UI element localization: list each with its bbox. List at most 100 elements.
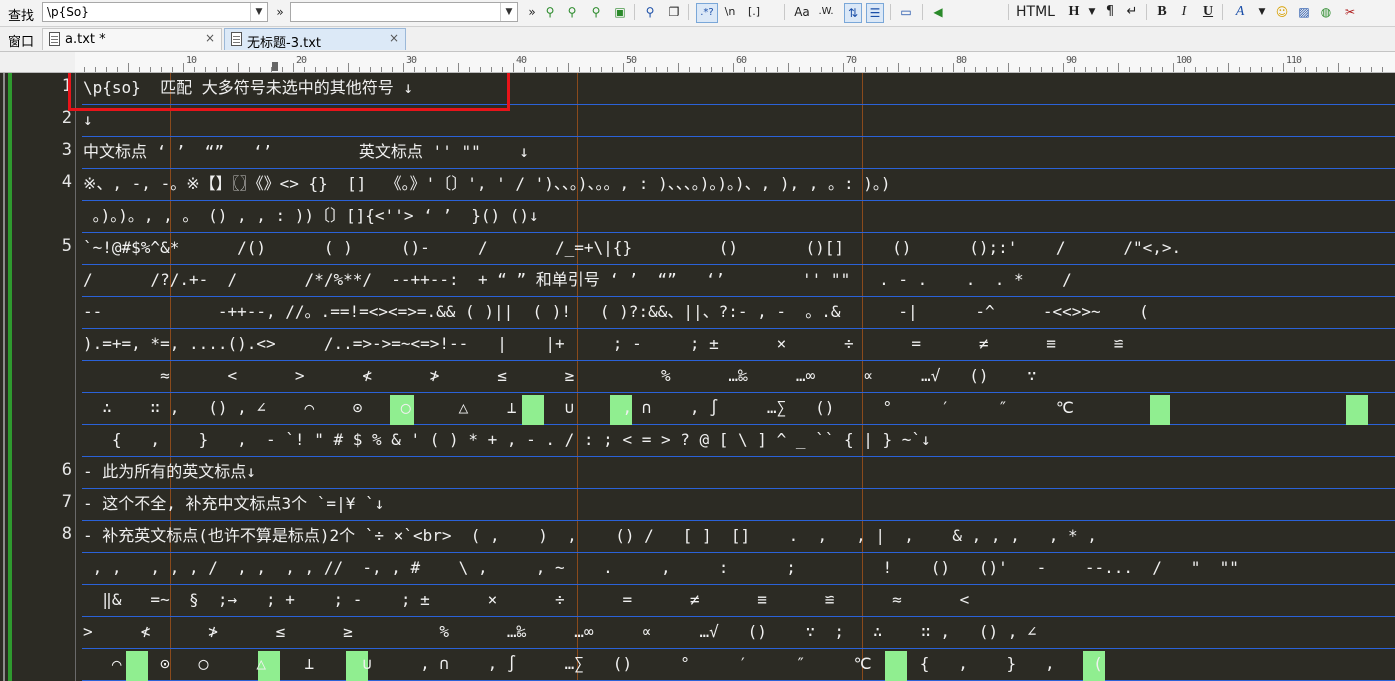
ruler-number: 40	[516, 55, 527, 66]
brackets-icon[interactable]: [.]	[746, 3, 762, 21]
ruler-tick	[832, 67, 833, 72]
newline-icon[interactable]: \n	[722, 3, 738, 21]
window-menu[interactable]: 窗口	[8, 31, 34, 50]
ruler-tick	[667, 67, 668, 72]
ruler-tick	[293, 63, 294, 72]
toolbar-divider	[1222, 4, 1223, 20]
paragraph-button[interactable]: ¶	[1102, 3, 1118, 21]
sort-icon[interactable]: ⇅	[844, 3, 862, 23]
toolbar-divider	[1146, 4, 1147, 20]
text-line[interactable]: ).=+=, *=, ....().<> /..=>->=~<=>!-- | |…	[83, 329, 1395, 360]
ruler-tick	[1184, 67, 1185, 72]
ruler-tick	[1272, 67, 1273, 72]
italic-button[interactable]: I	[1176, 3, 1192, 21]
toolbar-divider	[634, 4, 635, 20]
ruler-tick	[1085, 67, 1086, 72]
modified-lines-bar	[8, 73, 12, 681]
find-all-icon[interactable]: ⚲	[588, 3, 604, 21]
text-line[interactable]: ∴ ∷ , () , ∠ ⌒ ⊙ ◯ △ ⊥ ∪ , ∩ , ∫ …∑ () °…	[83, 393, 1395, 424]
line-number: 6	[61, 460, 72, 480]
text-line[interactable]: `~!@#$%^&* /() ( ) ()- / /_=+\|{} () ()[…	[83, 233, 1395, 264]
replace-input[interactable]: ▼	[290, 2, 518, 22]
document-icon	[49, 32, 60, 46]
font-color-icon[interactable]: A	[1232, 3, 1248, 21]
ruler-tick	[755, 67, 756, 72]
underline-button[interactable]: U	[1200, 3, 1216, 21]
regex-icon[interactable]: .*?	[696, 3, 718, 23]
text-line[interactable]: { , } , - `! " # $ % & ' ( ) * + , - . /…	[83, 425, 1395, 456]
ruler-tick	[1030, 67, 1031, 72]
ruler-tick	[909, 67, 910, 72]
close-icon[interactable]: ×	[205, 31, 215, 45]
search-icon[interactable]: ⚲	[642, 3, 658, 21]
ruler-tick	[1371, 67, 1372, 72]
chevron-right-icon[interactable]: »	[524, 3, 540, 21]
ruler-tick	[535, 67, 536, 72]
ruler-tick	[117, 67, 118, 72]
bold-button[interactable]: B	[1154, 3, 1170, 21]
chevron-down-icon[interactable]: ▼	[500, 3, 517, 21]
ruler-tick	[1118, 63, 1119, 72]
word-icon[interactable]: .W.	[818, 3, 834, 21]
text-line[interactable]: 。)。)。, , 。 () , , : ))〔〕[]{<''> ‘ ’ }() …	[83, 201, 1395, 232]
html-button[interactable]: HTML	[1016, 3, 1055, 21]
ruler-tick	[1206, 67, 1207, 72]
chevron-right-icon[interactable]: »	[272, 3, 288, 21]
find-toolbar: 查找 \p{So} ▼ » ▼ » ⚲ ⚲ ⚲ ▣ ⚲ ❐ .*? \n [.]…	[0, 0, 1395, 27]
ruler-tick	[1228, 63, 1229, 72]
ruler-tick	[986, 67, 987, 72]
copy-icon[interactable]: ❐	[666, 3, 682, 21]
ruler-tick	[1129, 67, 1130, 72]
text-line[interactable]: - 补充英文标点(也许不算是标点)2个 `÷ ×`<br> ( , ) , ()…	[83, 521, 1395, 552]
text-line[interactable]: ※、, -, -。※【】〖〗《》<> {} [] 《。》'〔〕', ' / ')…	[83, 169, 1395, 200]
ruler-tick	[568, 63, 569, 72]
text-line[interactable]: ‖& =∼ § ;→ ; + ; - ; ± × ÷ = ≠ ≡ ≌ ≈ <	[83, 585, 1395, 616]
ruler-tick	[337, 67, 338, 72]
text-editor[interactable]: 1 2 3 4 5 6 7 8 \p{so} 匹配 大多符号未选中的其他符号 ↓…	[0, 73, 1395, 681]
heading-button[interactable]: H	[1066, 3, 1082, 21]
list-icon[interactable]: ☰	[866, 3, 884, 23]
text-line[interactable]: 中文标点 ‘ ’ “” ‘’ 英文标点 '' "" ↓	[83, 137, 1395, 168]
back-icon[interactable]: ◀	[930, 3, 946, 21]
text-line[interactable]: , , , , , / , , , , // -, , # \ , , ~ . …	[83, 553, 1395, 584]
image-icon[interactable]: ▨	[1296, 3, 1312, 21]
text-line[interactable]: -- -++--, //。.==!=<><=>=.&& ( )|| ( )! (…	[83, 297, 1395, 328]
tab-untitled-3[interactable]: 无标题-3.txt ×	[224, 28, 406, 51]
ruler-tick	[766, 67, 767, 72]
text-line[interactable]: > ≮ ≯ ≤ ≥ % …‰ …∞ ∝ …√ () ∵ ; ∴ ∷ , () ,…	[83, 617, 1395, 648]
ruler-tick	[436, 67, 437, 72]
ruler-tick	[579, 67, 580, 72]
ruler-tick	[249, 67, 250, 72]
text-line[interactable]: ⌒ ⊙ ◯ △ ⊥ ∪ , ∩ , ∫ …∑ () ° ′ ″ ℃ { , } …	[83, 649, 1395, 680]
ruler-tick	[84, 67, 85, 72]
ruler-tick	[172, 67, 173, 72]
view-icon[interactable]: ▭	[898, 3, 914, 21]
ruler-tick	[612, 67, 613, 72]
ruler-tick	[931, 67, 932, 72]
find-prev-icon[interactable]: ⚲	[564, 3, 580, 21]
text-line[interactable]: ≈ < > ≮ ≯ ≤ ≥ % …‰ …∞ ∝ …√ () ∵	[83, 361, 1395, 392]
find-input[interactable]: \p{So} ▼	[42, 2, 268, 22]
close-icon[interactable]: ×	[389, 31, 399, 45]
ruler-number: 50	[626, 55, 637, 66]
ruler-tick	[854, 67, 855, 72]
emoji-icon[interactable]: ☺	[1274, 3, 1290, 21]
ruler-tick	[304, 67, 305, 72]
text-line[interactable]: - 这个不全, 补充中文标点3个 `=|¥ `↓	[83, 489, 1395, 520]
text-line[interactable]: / /?/.+- / /*/%**/ --++--: + “ ” 和单引号 ‘ …	[83, 265, 1395, 296]
chevron-down-icon[interactable]: ▼	[1254, 3, 1270, 21]
tools-icon[interactable]: ✂	[1342, 3, 1358, 21]
chevron-down-icon[interactable]: ▼	[1084, 3, 1100, 21]
mark-icon[interactable]: ▣	[612, 3, 628, 21]
chevron-down-icon[interactable]: ▼	[250, 3, 267, 21]
find-next-icon[interactable]: ⚲	[542, 3, 558, 21]
ruler-tick	[458, 63, 459, 72]
case-icon[interactable]: Aa	[794, 3, 810, 21]
line-break-icon[interactable]: ↵	[1124, 3, 1140, 21]
text-line[interactable]: - 此为所有的英文标点↓	[83, 457, 1395, 488]
tab-a-txt[interactable]: a.txt * ×	[42, 28, 222, 50]
ruler-tick	[843, 63, 844, 72]
web-icon[interactable]: ◍	[1318, 3, 1334, 21]
ruler-tick	[425, 67, 426, 72]
toolbar-divider	[688, 4, 689, 20]
